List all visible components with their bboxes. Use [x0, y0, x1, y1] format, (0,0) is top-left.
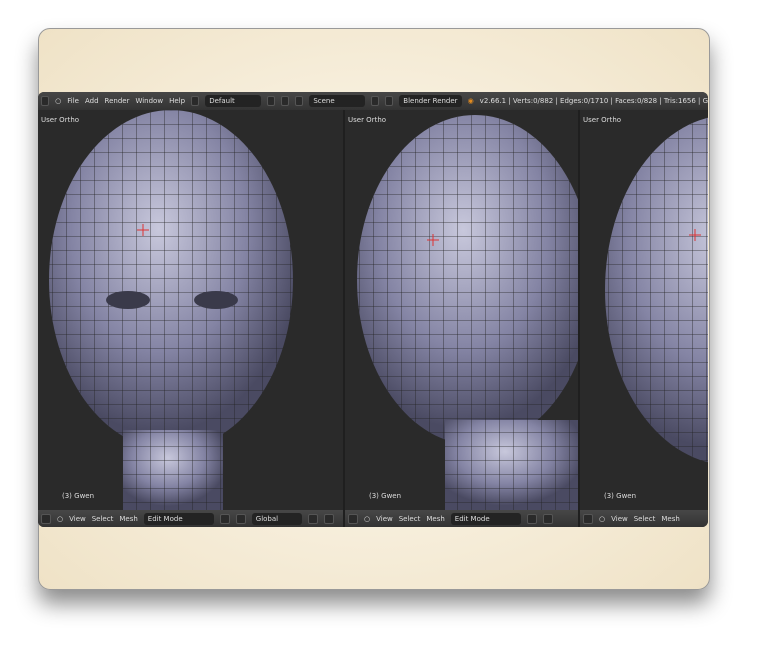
screen-layout-icon[interactable]	[191, 96, 200, 106]
menu-add[interactable]: Add	[85, 97, 99, 105]
object-name: (3) Gwen	[604, 492, 637, 500]
menu-mesh[interactable]: Mesh	[426, 515, 444, 523]
add-scene-icon[interactable]	[370, 96, 380, 106]
menu-select[interactable]: Select	[634, 515, 656, 523]
menu-window[interactable]: Window	[135, 97, 163, 105]
menu-view[interactable]: View	[611, 515, 628, 523]
select-edge-icon[interactable]	[323, 513, 334, 524]
shading-icon[interactable]	[526, 513, 537, 524]
viewport-side[interactable]: User Ortho (3) Gwen	[580, 110, 708, 510]
editor-type-icon[interactable]	[41, 513, 51, 524]
pivot-icon[interactable]	[235, 513, 246, 524]
viewport-header-front: ○ View Select Mesh Edit Mode Global	[38, 510, 343, 527]
viewport-three-quarter[interactable]: User Ortho (3) Gwen	[345, 110, 578, 510]
orientation-select[interactable]: Global	[251, 512, 302, 525]
shading-icon[interactable]	[219, 513, 230, 524]
object-name: (3) Gwen	[369, 492, 402, 500]
blender-logo-icon: ◉	[467, 97, 474, 105]
select-vertex-icon[interactable]	[307, 513, 318, 524]
viewport-header-side: ○ View Select Mesh	[580, 510, 708, 527]
scene-icon[interactable]	[295, 96, 304, 106]
remove-scene-icon[interactable]	[385, 96, 394, 106]
viewport-front[interactable]: User Ortho (3) Gwen	[38, 110, 343, 510]
menu-mesh[interactable]: Mesh	[661, 515, 679, 523]
viewport-header-three-quarter: ○ View Select Mesh Edit Mode	[345, 510, 578, 527]
menu-view[interactable]: View	[69, 515, 86, 523]
blender-window: ○ File Add Render Window Help Default Sc…	[38, 92, 708, 527]
scene-select[interactable]: Scene	[309, 95, 365, 107]
viewport-label: User Ortho	[348, 116, 387, 124]
info-header: ○ File Add Render Window Help Default Sc…	[38, 92, 708, 110]
menu-render[interactable]: Render	[105, 97, 130, 105]
remove-screen-icon[interactable]	[281, 96, 290, 106]
header-collapse-icon[interactable]: ○	[55, 97, 61, 105]
editor-type-icon[interactable]	[41, 96, 50, 106]
scene-stats: v2.66.1 | Verts:0/882 | Edges:0/1710 | F…	[479, 97, 708, 105]
collapse-icon[interactable]: ○	[364, 515, 370, 523]
menu-view[interactable]: View	[376, 515, 393, 523]
editor-type-icon[interactable]	[583, 513, 593, 524]
pivot-icon[interactable]	[542, 513, 553, 524]
collapse-icon[interactable]: ○	[57, 515, 63, 523]
menu-select[interactable]: Select	[399, 515, 421, 523]
viewport-label: User Ortho	[583, 116, 622, 124]
screen-layout-select[interactable]: Default	[205, 95, 261, 107]
viewport-label: User Ortho	[41, 116, 80, 124]
object-name: (3) Gwen	[62, 492, 95, 500]
collapse-icon[interactable]: ○	[599, 515, 605, 523]
mode-select[interactable]: Edit Mode	[450, 512, 521, 525]
mode-select[interactable]: Edit Mode	[143, 512, 214, 525]
menu-select[interactable]: Select	[92, 515, 114, 523]
render-engine-select[interactable]: Blender Render	[399, 95, 462, 107]
editor-type-icon[interactable]	[348, 513, 358, 524]
menu-file[interactable]: File	[67, 97, 79, 105]
menu-help[interactable]: Help	[169, 97, 185, 105]
add-screen-icon[interactable]	[266, 96, 276, 106]
menu-mesh[interactable]: Mesh	[119, 515, 137, 523]
